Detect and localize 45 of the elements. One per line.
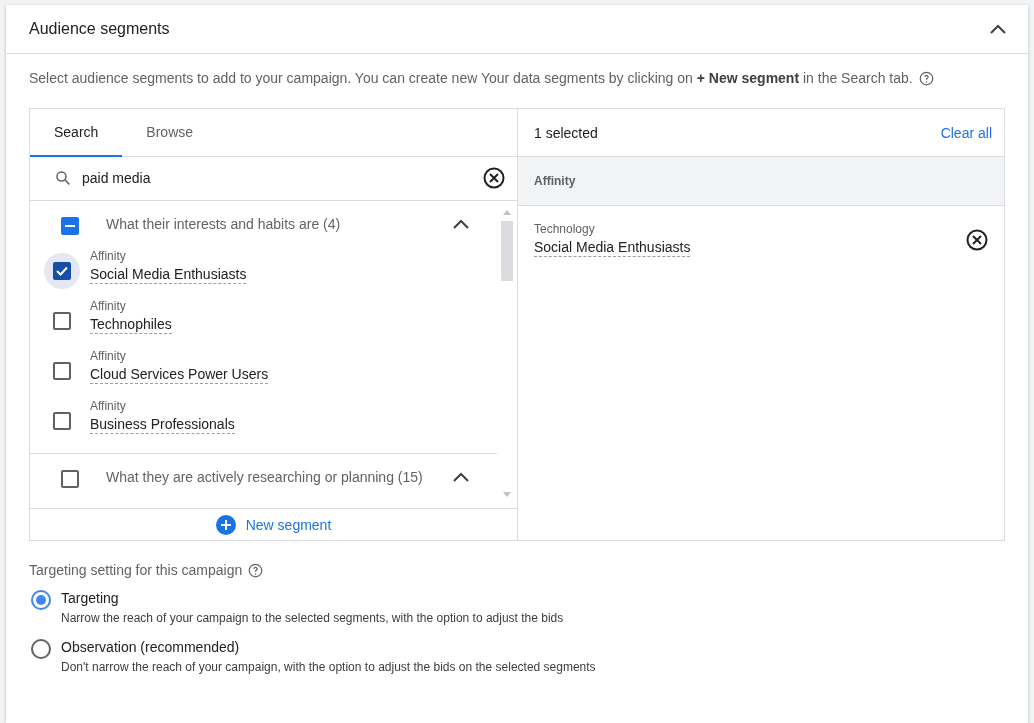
group-label: What they are actively researching or planning (15) bbox=[106, 468, 424, 485]
checkbox[interactable] bbox=[53, 361, 71, 380]
segment-category: Technology bbox=[534, 222, 596, 236]
segment-name: Technophiles bbox=[90, 315, 172, 334]
checkbox[interactable] bbox=[53, 411, 71, 430]
tab[interactable]: Browse bbox=[122, 109, 218, 157]
selected-count: 1 selected bbox=[534, 124, 598, 141]
radio-button[interactable] bbox=[31, 639, 51, 659]
tab[interactable]: Search bbox=[30, 109, 123, 157]
help-icon[interactable] bbox=[248, 562, 264, 578]
checkbox[interactable] bbox=[61, 469, 79, 488]
segment-category: Affinity bbox=[90, 298, 127, 313]
new-segment-link[interactable]: New segment bbox=[215, 514, 332, 535]
collapse-button[interactable] bbox=[990, 24, 1006, 34]
minus-icon bbox=[65, 224, 75, 227]
remove-icon[interactable] bbox=[966, 228, 988, 251]
segment-name: Business Professionals bbox=[90, 415, 235, 434]
chevron-icon[interactable] bbox=[453, 218, 469, 229]
clear-all-link[interactable]: Clear all bbox=[940, 124, 992, 141]
segment-name: Cloud Services Power Users bbox=[90, 365, 269, 384]
checkbox[interactable] bbox=[53, 261, 71, 280]
option-label: Observation (recommended) bbox=[61, 639, 241, 655]
segment-name: Social Media Enthusiasts bbox=[534, 239, 691, 257]
radio-button[interactable] bbox=[31, 590, 51, 610]
option-description: Don't narrow the reach of your campaign, with the option to adjust the bids on the selected segments bbox=[61, 660, 596, 674]
check-icon bbox=[56, 265, 68, 276]
segment-name: Social Media Enthusiasts bbox=[90, 265, 247, 284]
panel-title: Audience segments bbox=[29, 20, 170, 38]
chevron-icon[interactable] bbox=[453, 471, 469, 482]
option-label: Targeting bbox=[61, 590, 120, 606]
option-description: Narrow the reach of your campaign to the selected segments, with the option to adjust the bids bbox=[61, 611, 564, 625]
section-title: Affinity bbox=[534, 174, 576, 188]
segment-category: Affinity bbox=[90, 248, 127, 263]
segment-category: Affinity bbox=[90, 348, 127, 363]
group-label: What their interests and habits are (4) bbox=[106, 215, 342, 232]
search-field[interactable]: paid media bbox=[80, 169, 475, 188]
clear-search-icon[interactable] bbox=[483, 167, 505, 190]
search-icon bbox=[54, 169, 72, 188]
targeting-label: Targeting setting for this campaign bbox=[29, 562, 243, 578]
plus-icon bbox=[215, 514, 236, 535]
segment-category: Affinity bbox=[90, 398, 127, 413]
description-text: Select audience segments to add to your campaign. You can create new Your data segments by clicking on + New segment in the Search tab. bbox=[29, 70, 913, 86]
help-icon[interactable] bbox=[918, 70, 934, 86]
checkbox[interactable] bbox=[61, 216, 79, 235]
checkbox[interactable] bbox=[53, 311, 71, 330]
